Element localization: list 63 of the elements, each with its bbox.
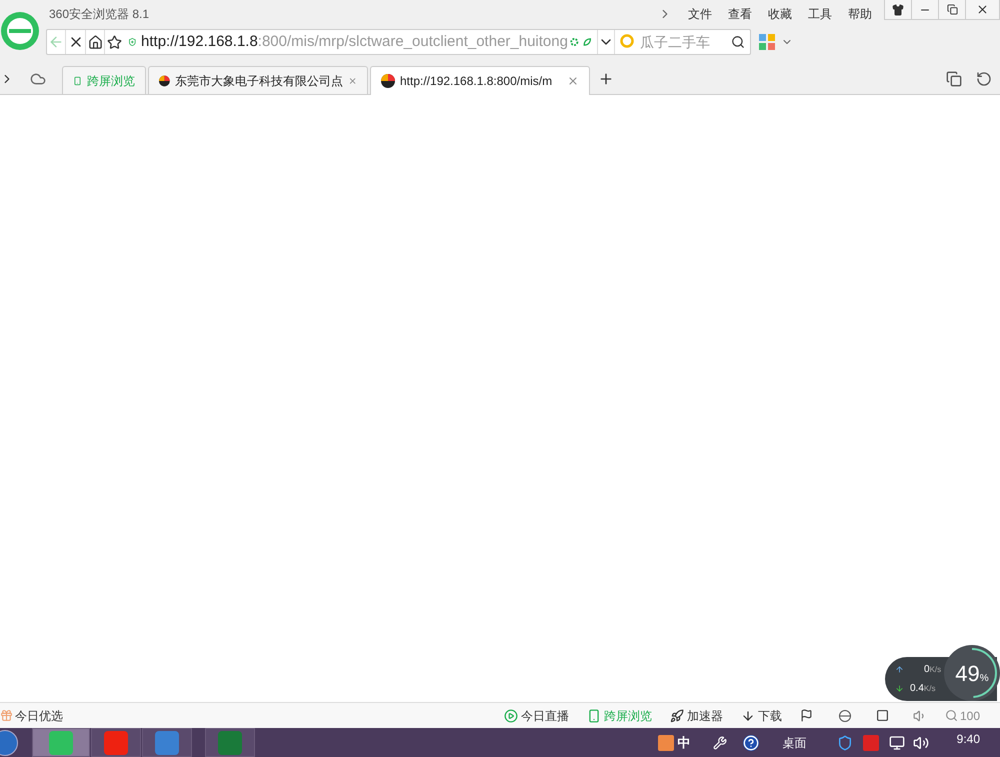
play-icon bbox=[504, 708, 518, 722]
browser-icon[interactable] bbox=[838, 708, 852, 722]
tab-title: 跨屏浏览 bbox=[87, 72, 135, 90]
download-speed: 0.4K/s bbox=[910, 682, 936, 696]
close-icon[interactable] bbox=[567, 75, 579, 87]
menu-item[interactable]: 帮助 bbox=[840, 5, 880, 23]
menu-item[interactable]: 收藏 bbox=[760, 5, 800, 23]
browser-tab[interactable]: http://192.168.1.8:800/mis/m bbox=[370, 66, 590, 95]
rocket-icon bbox=[670, 708, 684, 722]
upload-speed: 0K/s bbox=[924, 663, 942, 677]
download-icon bbox=[741, 708, 755, 722]
window-title: 360安全浏览器 8.1 bbox=[49, 6, 150, 23]
network-icon[interactable] bbox=[888, 734, 905, 750]
menu-item[interactable]: 工具 bbox=[800, 5, 840, 23]
clock: 9:40 bbox=[956, 731, 980, 748]
app-icon bbox=[49, 730, 73, 754]
taskbar-app[interactable] bbox=[32, 728, 90, 757]
undo-icon[interactable] bbox=[976, 71, 992, 87]
shirt-icon bbox=[892, 4, 904, 16]
site-logo-icon bbox=[159, 74, 170, 88]
app-icon bbox=[218, 730, 242, 754]
star-icon bbox=[107, 34, 122, 50]
window-icon[interactable] bbox=[876, 709, 889, 722]
shield-icon bbox=[128, 35, 138, 49]
status-button[interactable]: 加速器 bbox=[670, 706, 723, 724]
zoom-level: 100 bbox=[960, 708, 982, 724]
volume-icon[interactable] bbox=[912, 734, 929, 750]
url-text: http://192.168.1.8:800/mis/mrp/slctware_outclient_other_huitong bbox=[141, 32, 568, 52]
gift-icon bbox=[0, 709, 13, 722]
site-logo-icon bbox=[381, 74, 395, 88]
windows-icon[interactable] bbox=[946, 71, 962, 87]
menu-item[interactable]: 文件 bbox=[680, 5, 720, 23]
tab-title: http://192.168.1.8:800/mis/m bbox=[400, 73, 552, 90]
status-button[interactable]: 今日直播 bbox=[504, 706, 569, 724]
browser-logo-icon bbox=[0, 11, 40, 51]
app-icon bbox=[104, 730, 128, 754]
phone-icon bbox=[587, 708, 601, 722]
flag-icon[interactable] bbox=[800, 709, 813, 722]
home-icon bbox=[88, 34, 103, 50]
ime-label[interactable]: 中 bbox=[678, 732, 691, 752]
cloud-icon[interactable] bbox=[30, 71, 46, 87]
memory-percent: 49% bbox=[955, 660, 989, 688]
app-icon bbox=[155, 730, 179, 754]
search-field[interactable]: 瓜子二手车 bbox=[636, 32, 732, 52]
help-icon[interactable] bbox=[742, 734, 759, 750]
menu-item[interactable]: 查看 bbox=[720, 5, 760, 23]
status-button[interactable]: 下载 bbox=[741, 706, 782, 724]
zoom-icon[interactable] bbox=[945, 709, 958, 722]
tab-title: 东莞市大象电子科技有限公司点 bbox=[174, 72, 343, 90]
search-engine-icon bbox=[620, 34, 636, 50]
new-tab-button[interactable] bbox=[598, 71, 614, 87]
apps-icon[interactable] bbox=[758, 33, 776, 51]
close-icon bbox=[976, 3, 989, 16]
shield-icon[interactable] bbox=[836, 734, 853, 750]
upload-icon bbox=[895, 665, 904, 674]
search-icon[interactable] bbox=[731, 35, 746, 49]
ime-icon bbox=[658, 734, 674, 750]
status-link[interactable]: 今日优选 bbox=[15, 706, 63, 724]
wrench-icon[interactable] bbox=[712, 736, 727, 750]
download-icon bbox=[895, 684, 904, 693]
browser-tab[interactable]: 东莞市大象电子科技有限公司点 bbox=[148, 66, 368, 94]
restore-icon bbox=[946, 4, 958, 15]
desktop-label[interactable]: 桌面 bbox=[782, 734, 807, 752]
